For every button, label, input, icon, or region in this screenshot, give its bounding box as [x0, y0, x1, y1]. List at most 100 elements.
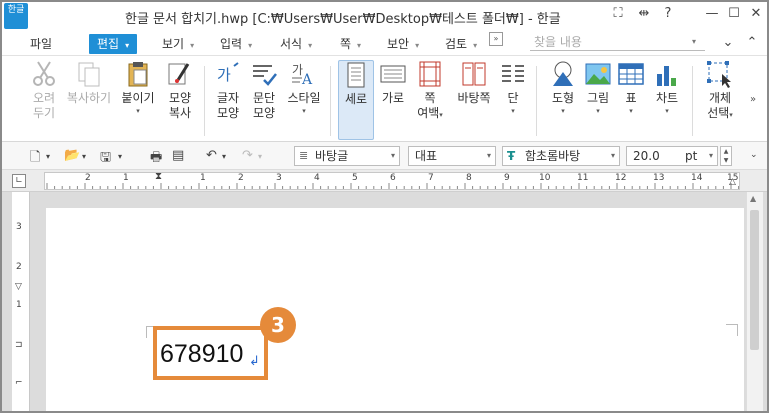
- fullscreen-icon[interactable]: ⛶: [608, 6, 628, 21]
- landscape-button[interactable]: 가로: [376, 60, 410, 106]
- chevron-down-icon[interactable]: ⌄: [718, 35, 738, 50]
- columns-icon: [499, 60, 527, 88]
- ribbon: 오려 두기 복사하기 붙이기 ▾ 모양 복사 가 글자 모양 문단 모양 가 A…: [2, 56, 767, 142]
- chevron-down-icon: ▾: [665, 107, 669, 115]
- print-icon[interactable]: 🖶: [150, 148, 162, 170]
- chevron-down-icon: ▾: [596, 107, 600, 115]
- font-size-input[interactable]: 20.0 pt ▾: [626, 146, 718, 166]
- split-view-icon[interactable]: ⇹: [634, 6, 654, 21]
- portrait-button[interactable]: 세로: [338, 60, 374, 140]
- language-select[interactable]: 대표 ▾: [408, 146, 496, 166]
- menu-page[interactable]: 쪽 ▾: [340, 34, 361, 54]
- object-select-button[interactable]: 개체 선택▾: [700, 60, 740, 121]
- font-select[interactable]: Ŧ 함초롬바탕 ▾: [502, 146, 620, 166]
- picture-button[interactable]: 그림 ▾: [582, 60, 614, 116]
- maximize-icon[interactable]: ☐: [724, 6, 744, 21]
- more-menu-button[interactable]: »: [489, 32, 503, 46]
- indent-marker-icon[interactable]: ⧗: [155, 171, 162, 182]
- step-badge: 3: [260, 307, 296, 343]
- scissors-icon: [30, 60, 58, 88]
- clipboard-icon: [124, 60, 152, 88]
- vertical-ruler[interactable]: 3 2 1 ▽ ⊐ ⌐: [12, 192, 30, 411]
- close-icon[interactable]: ✕: [746, 6, 766, 21]
- search-dropdown-icon[interactable]: ▾: [692, 37, 696, 46]
- background-page-button[interactable]: 바탕쪽: [452, 60, 496, 106]
- vertical-scrollbar[interactable]: ▲: [746, 192, 763, 411]
- open-folder-icon[interactable]: 📂: [64, 148, 80, 163]
- minimize-icon[interactable]: —: [702, 6, 722, 21]
- hwp-window: 한글 한글 문서 합치기.hwp [C:₩Users₩User₩Desktop₩…: [0, 0, 769, 413]
- ribbon-more-icon[interactable]: »: [750, 94, 756, 105]
- ruler-row: ∟ 2 1 1 2 3 4 5 6 7 8 9 10 11 12 13 14 1…: [2, 170, 767, 192]
- style-button[interactable]: 가A 스타일 ▾: [284, 60, 324, 116]
- style-icon: 가A: [290, 60, 318, 88]
- chevron-down-icon: ▾: [125, 41, 130, 50]
- scroll-up-icon[interactable]: ▲: [750, 194, 756, 203]
- menu-edit[interactable]: 편집 ▾: [89, 34, 138, 54]
- scrollbar-thumb[interactable]: [750, 210, 759, 350]
- new-document-icon[interactable]: 🗋: [30, 148, 40, 170]
- horizontal-ruler[interactable]: 2 1 1 2 3 4 5 6 7 8 9 10 11 12 13 14 15 …: [44, 171, 740, 190]
- chevron-down-icon: ▾: [610, 151, 615, 160]
- char-shape-button[interactable]: 가 글자 모양: [210, 60, 246, 121]
- page-margin-button[interactable]: 쪽 여백▾: [412, 60, 448, 121]
- chevron-down-icon: ▾: [729, 111, 733, 119]
- chevron-down-icon[interactable]: ▾: [258, 152, 262, 161]
- chevron-down-icon: ▾: [629, 107, 633, 115]
- format-copy-button[interactable]: 모양 복사: [162, 60, 198, 121]
- menu-file[interactable]: 파일: [30, 34, 52, 54]
- right-margin-marker-icon[interactable]: △: [729, 177, 736, 187]
- font-size-stepper[interactable]: ▲ ▼: [720, 146, 732, 166]
- margin-guide: [726, 324, 738, 336]
- undo-icon[interactable]: ↶: [206, 148, 217, 163]
- document-page[interactable]: [46, 208, 744, 411]
- style-select[interactable]: ≣ 바탕글 ▾: [294, 146, 400, 166]
- cut-button[interactable]: 오려 두기: [24, 60, 64, 121]
- chevron-down-icon[interactable]: ▾: [222, 152, 226, 161]
- save-icon[interactable]: 🖫: [100, 148, 111, 170]
- para-shape-button[interactable]: 문단 모양: [246, 60, 282, 121]
- menu-review[interactable]: 검토 ▾: [445, 34, 477, 54]
- paste-button[interactable]: 붙이기 ▾: [118, 60, 158, 116]
- chevron-down-icon: ▾: [561, 107, 565, 115]
- svg-text:가: 가: [217, 66, 231, 84]
- page-margin-icon: [416, 60, 444, 88]
- chevron-down-icon: ▾: [308, 41, 313, 50]
- chevron-down-icon: ▾: [190, 41, 195, 50]
- chevron-down-icon: ▾: [473, 41, 478, 50]
- style-list-icon: ≣: [299, 149, 309, 162]
- chevron-down-icon[interactable]: ▾: [118, 152, 122, 161]
- ribbon-separator: [330, 66, 331, 136]
- collapse-ribbon-icon[interactable]: ⌃: [742, 35, 762, 50]
- chevron-down-icon[interactable]: ▾: [46, 152, 50, 161]
- chevron-down-icon[interactable]: ▾: [82, 152, 86, 161]
- print-preview-icon[interactable]: ▤: [172, 148, 184, 163]
- toolbar-more-icon[interactable]: ⌄: [750, 150, 758, 160]
- menu-security[interactable]: 보안 ▾: [387, 34, 419, 54]
- copy-button[interactable]: 복사하기: [64, 60, 114, 106]
- table-icon: [617, 60, 645, 88]
- object-select-icon: [706, 60, 734, 88]
- hwp-logo: 한글: [4, 3, 28, 29]
- chevron-down-icon: ▾: [302, 107, 306, 115]
- chart-button[interactable]: 차트 ▾: [650, 60, 684, 116]
- menu-bar: 파일 편집 ▾ 보기 ▾ 입력 ▾ 서식 ▾ 쪽 ▾ 보안 ▾ 검토 ▾ 찾을 내용 ⌄ ⌃: [2, 30, 767, 56]
- chevron-down-icon: ▾: [511, 107, 515, 115]
- tab-type-icon[interactable]: ∟: [12, 174, 26, 188]
- table-button[interactable]: 표 ▾: [616, 60, 646, 116]
- help-icon[interactable]: ?: [658, 6, 678, 21]
- menu-view[interactable]: 보기 ▾: [162, 34, 194, 54]
- shape-button[interactable]: 도형 ▾: [546, 60, 580, 116]
- chevron-down-icon: ▾: [708, 151, 713, 160]
- copy-icon: [75, 60, 103, 88]
- line-marker-icon[interactable]: ⌐: [15, 378, 23, 388]
- paragraph-marker-icon[interactable]: ⊐: [15, 340, 23, 350]
- menu-format[interactable]: 서식 ▾: [280, 34, 312, 54]
- menu-input[interactable]: 입력 ▾: [220, 34, 252, 54]
- columns-button[interactable]: 단 ▾: [498, 60, 528, 116]
- redo-icon[interactable]: ↷: [242, 148, 253, 163]
- picture-icon: [584, 60, 612, 88]
- chevron-down-icon: ▾: [486, 151, 491, 160]
- top-margin-marker-icon[interactable]: ▽: [15, 282, 22, 292]
- search-input[interactable]: 찾을 내용: [530, 33, 705, 51]
